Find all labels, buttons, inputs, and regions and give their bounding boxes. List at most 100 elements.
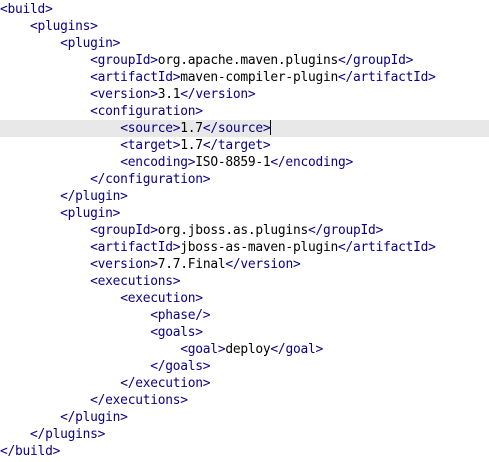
xml-tag: <phase/>: [150, 308, 211, 323]
xml-tag: </plugins>: [30, 427, 106, 442]
xml-tag: <goal>: [180, 342, 226, 357]
xml-text: org.apache.maven.plugins: [157, 53, 339, 68]
xml-tag: </artifactId>: [338, 70, 436, 85]
xml-text: maven-compiler-plugin: [180, 70, 339, 85]
code-line[interactable]: </plugins>: [0, 426, 489, 443]
code-line[interactable]: <encoding>ISO-8859-1</encoding>: [0, 154, 489, 171]
xml-text: org.jboss.as.plugins: [157, 223, 308, 238]
code-line[interactable]: </plugin>: [0, 409, 489, 426]
code-line[interactable]: <build>: [0, 1, 489, 18]
xml-tag: <artifactId>: [90, 240, 181, 255]
code-line[interactable]: </executions>: [0, 392, 489, 409]
xml-editor[interactable]: <build> <plugins> <plugin> <groupId>org.…: [0, 0, 489, 462]
xml-tag: </goals>: [150, 359, 211, 374]
text-cursor: [270, 120, 272, 135]
xml-tag: </groupId>: [307, 223, 384, 238]
xml-text: 7.7.Final: [157, 257, 226, 272]
xml-text: 1.7: [180, 138, 203, 153]
xml-tag: </goal>: [270, 342, 323, 357]
xml-text: deploy: [225, 342, 271, 357]
xml-tag: </plugin>: [60, 410, 128, 425]
code-line[interactable]: <plugin>: [0, 35, 489, 52]
xml-tag: <source>: [120, 121, 181, 136]
code-line[interactable]: <target>1.7</target>: [0, 137, 489, 154]
xml-tag: <encoding>: [120, 155, 196, 170]
code-line[interactable]: <version>7.7.Final</version>: [0, 256, 489, 273]
code-line[interactable]: <execution>: [0, 290, 489, 307]
xml-text: jboss-as-maven-plugin: [180, 240, 339, 255]
xml-tag: <version>: [90, 257, 158, 272]
xml-tag: <plugins>: [30, 19, 98, 34]
xml-tag: </version>: [180, 87, 256, 102]
xml-text: 1.7: [180, 121, 203, 136]
xml-tag: <plugin>: [60, 36, 121, 51]
xml-tag: </version>: [225, 257, 301, 272]
xml-tag: </encoding>: [270, 155, 354, 170]
xml-tag: <configuration>: [90, 104, 203, 119]
xml-tag: </executions>: [90, 393, 188, 408]
xml-tag: <artifactId>: [90, 70, 181, 85]
code-line[interactable]: <plugins>: [0, 18, 489, 35]
xml-tag: <executions>: [90, 274, 181, 289]
code-line[interactable]: <artifactId>jboss-as-maven-plugin</artif…: [0, 239, 489, 256]
xml-tag: <target>: [120, 138, 181, 153]
code-line-current[interactable]: <source>1.7</source>: [0, 120, 489, 137]
code-line[interactable]: <goals>: [0, 324, 489, 341]
code-line[interactable]: </configuration>: [0, 171, 489, 188]
xml-tag: </execution>: [120, 376, 211, 391]
xml-tag: </source>: [202, 121, 271, 136]
xml-tag: </build>: [0, 444, 61, 459]
xml-tag: <execution>: [120, 291, 203, 306]
code-line[interactable]: <artifactId>maven-compiler-plugin</artif…: [0, 69, 489, 86]
xml-text: ISO-8859-1: [195, 155, 271, 170]
code-line[interactable]: <goal>deploy</goal>: [0, 341, 489, 358]
code-line[interactable]: <configuration>: [0, 103, 489, 120]
code-line[interactable]: <plugin>: [0, 205, 489, 222]
code-line[interactable]: </build>: [0, 443, 489, 460]
xml-text: 3.1: [157, 87, 181, 102]
code-line[interactable]: </goals>: [0, 358, 489, 375]
xml-tag: <build>: [0, 2, 53, 17]
code-line[interactable]: <groupId>org.jboss.as.plugins</groupId>: [0, 222, 489, 239]
code-line[interactable]: <executions>: [0, 273, 489, 290]
xml-tag: <goals>: [150, 325, 203, 340]
xml-tag: <version>: [90, 87, 158, 102]
xml-tag: <groupId>: [90, 223, 158, 238]
xml-tag: </target>: [202, 138, 271, 153]
code-line[interactable]: <groupId>org.apache.maven.plugins</group…: [0, 52, 489, 69]
xml-tag: </plugin>: [60, 189, 128, 204]
xml-tag: </groupId>: [338, 53, 414, 68]
code-line[interactable]: <version>3.1</version>: [0, 86, 489, 103]
code-line[interactable]: <phase/>: [0, 307, 489, 324]
xml-tag: <plugin>: [60, 206, 121, 221]
xml-tag: <groupId>: [90, 53, 158, 68]
xml-tag: </artifactId>: [338, 240, 436, 255]
code-line[interactable]: </execution>: [0, 375, 489, 392]
code-line[interactable]: </plugin>: [0, 188, 489, 205]
xml-tag: </configuration>: [90, 172, 211, 187]
